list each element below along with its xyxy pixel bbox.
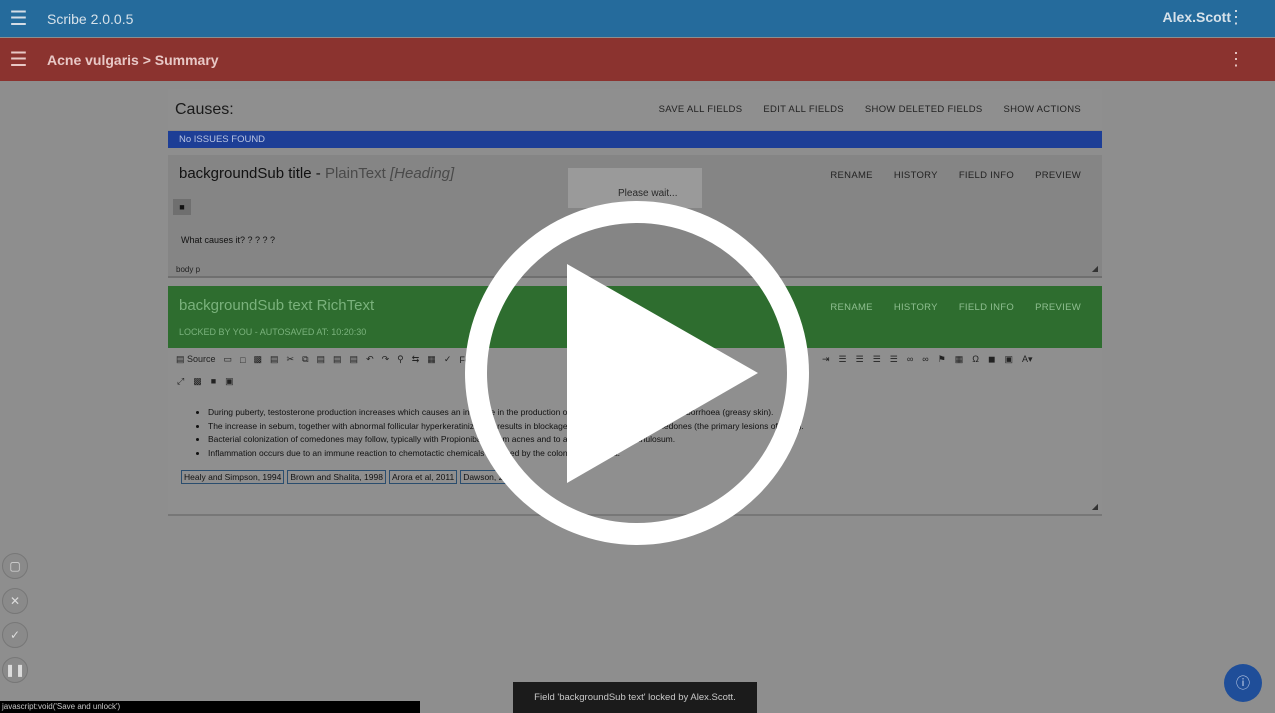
- text-color-icon[interactable]: A▾: [1022, 354, 1033, 365]
- save-all-fields-button[interactable]: SAVE ALL FIELDS: [659, 104, 743, 115]
- find-icon[interactable]: ⚲: [397, 354, 404, 365]
- save-doc-icon[interactable]: ▭: [224, 354, 233, 365]
- section-header: Causes: SAVE ALL FIELDS EDIT ALL FIELDS …: [168, 89, 1102, 131]
- select-all-icon[interactable]: ▦: [427, 354, 436, 365]
- preview-button[interactable]: PREVIEW: [1035, 302, 1081, 313]
- issues-banner: No ISSUES FOUND: [168, 131, 1102, 148]
- save-icon[interactable]: ■: [173, 199, 191, 215]
- unlink-icon[interactable]: ∞: [922, 354, 928, 365]
- image-icon[interactable]: ▣: [1005, 354, 1014, 365]
- app-bar: ☰ Scribe 2.0.0.5 Alex.Scott ⋮: [0, 0, 1275, 37]
- field-info-button[interactable]: FIELD INFO: [959, 302, 1014, 313]
- preview-button[interactable]: PREVIEW: [1035, 170, 1081, 181]
- check-icon[interactable]: ✓: [2, 622, 28, 648]
- camera-off-icon[interactable]: ▢: [2, 553, 28, 579]
- copy-icon[interactable]: ⧉: [302, 354, 308, 365]
- templates-icon[interactable]: ▤: [270, 354, 279, 365]
- history-button[interactable]: HISTORY: [894, 170, 938, 181]
- section-title: Causes:: [175, 101, 234, 118]
- menu-icon[interactable]: ☰: [0, 6, 37, 31]
- user-name[interactable]: Alex.Scott: [1163, 9, 1231, 25]
- toast-message: Field 'backgroundSub text' locked by Ale…: [513, 682, 757, 713]
- editor-toolbar: ▤ Source ▭ □ ▩ ▤ ✂ ⧉ ▤ ▤ ▤ ↶ ↷ ⚲ ⇆ ▦ ✓ F…: [176, 354, 477, 365]
- save-and-unlock-icon[interactable]: ▣: [225, 376, 234, 387]
- field-title: backgroundSub text RichText: [179, 297, 375, 314]
- status-bar: javascript:void('Save and unlock'): [0, 701, 420, 713]
- align-right-icon[interactable]: ☰: [873, 354, 881, 365]
- indent-icon[interactable]: ⇥: [822, 354, 830, 365]
- page-header: ☰ Acne vulgaris > Summary ⋮: [0, 38, 1275, 81]
- field-title: backgroundSub title - PlainText [Heading…: [179, 165, 455, 182]
- anchor-icon[interactable]: ⚑: [938, 354, 946, 365]
- close-icon[interactable]: ✕: [2, 588, 28, 614]
- reference-tag[interactable]: Arora et al, 2011: [388, 470, 458, 484]
- cut-icon[interactable]: ✂: [287, 354, 295, 365]
- page-more-icon[interactable]: ⋮: [1227, 49, 1245, 70]
- pause-icon[interactable]: ❚❚: [2, 657, 28, 683]
- link-icon[interactable]: ∞: [907, 354, 913, 365]
- resize-handle-icon[interactable]: ◢: [1092, 502, 1098, 511]
- reference-tag[interactable]: Healy and Simpson, 1994: [181, 470, 285, 484]
- paste-icon[interactable]: ▤: [317, 354, 326, 365]
- align-left-icon[interactable]: ☰: [839, 354, 847, 365]
- new-page-icon[interactable]: □: [240, 355, 245, 365]
- show-deleted-fields-button[interactable]: SHOW DELETED FIELDS: [865, 104, 983, 115]
- print-icon[interactable]: ▩: [254, 354, 263, 365]
- maximize-icon[interactable]: ⤢: [177, 376, 184, 387]
- play-video-icon[interactable]: [460, 196, 814, 550]
- redo-icon[interactable]: ↷: [382, 354, 390, 365]
- special-char-icon[interactable]: Ω: [972, 354, 979, 365]
- paste-text-icon[interactable]: ▤: [333, 354, 342, 365]
- element-path: body p: [176, 265, 201, 274]
- undo-icon[interactable]: ↶: [366, 354, 374, 365]
- app-title: Scribe 2.0.0.5: [47, 10, 134, 27]
- section-menu-icon[interactable]: ☰: [0, 47, 37, 72]
- editor-toolbar-row2: ⤢ ▩ ■ ▣: [177, 376, 234, 387]
- table-icon[interactable]: ▦: [955, 354, 964, 365]
- breadcrumb: Acne vulgaris > Summary: [47, 51, 219, 68]
- reference-tag[interactable]: Brown and Shalita, 1998: [287, 470, 386, 484]
- history-button[interactable]: HISTORY: [894, 302, 938, 313]
- rename-button[interactable]: RENAME: [830, 170, 872, 181]
- field-text[interactable]: What causes it? ? ? ? ?: [181, 235, 275, 245]
- lock-status: LOCKED BY YOU - AUTOSAVED AT: 10:20:30: [179, 327, 367, 337]
- field-info-button[interactable]: FIELD INFO: [959, 170, 1014, 181]
- editor-toolbar-format: ⇥ ☰ ☰ ☰ ☰ ∞ ∞ ⚑ ▦ Ω ◼ ▣ A▾: [822, 354, 1033, 365]
- info-icon[interactable]: ⓘ: [1224, 664, 1262, 702]
- more-vert-icon[interactable]: ⋮: [1227, 7, 1245, 28]
- paste-word-icon[interactable]: ▤: [350, 354, 359, 365]
- source-button[interactable]: ▤ Source: [176, 354, 216, 365]
- spellcheck-icon[interactable]: ✓: [444, 354, 452, 365]
- show-actions-button[interactable]: SHOW ACTIONS: [1004, 104, 1082, 115]
- edit-all-fields-button[interactable]: EDIT ALL FIELDS: [763, 104, 844, 115]
- justify-icon[interactable]: ☰: [890, 354, 898, 365]
- replace-icon[interactable]: ⇆: [412, 354, 420, 365]
- tag-icon[interactable]: ◼: [988, 354, 995, 365]
- rename-button[interactable]: RENAME: [830, 302, 872, 313]
- resize-handle-icon[interactable]: ◢: [1092, 264, 1098, 273]
- align-center-icon[interactable]: ☰: [856, 354, 864, 365]
- save-icon[interactable]: ■: [211, 376, 216, 387]
- show-blocks-icon[interactable]: ▩: [193, 376, 202, 387]
